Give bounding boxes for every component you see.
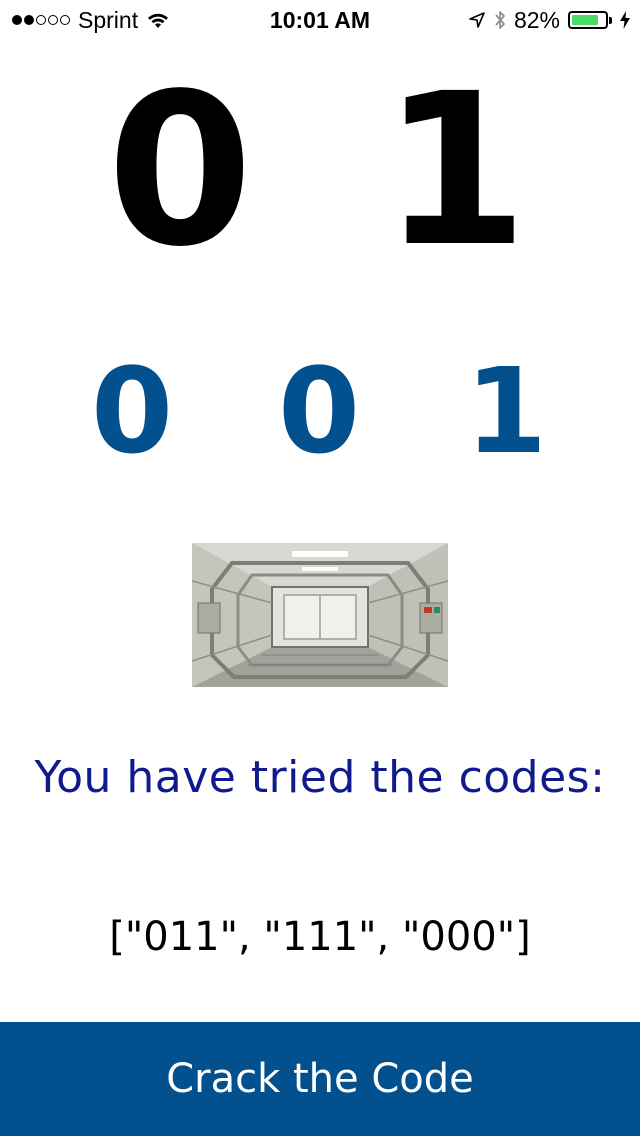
crack-the-code-button[interactable]: Crack the Code (0, 1022, 640, 1136)
target-digit-1: 0 (106, 48, 254, 293)
tried-codes-heading: You have tried the codes: (34, 752, 606, 803)
status-bar: Sprint 10:01 AM 82% (0, 0, 640, 40)
bluetooth-icon (495, 11, 505, 29)
code-entry-digits: 0 0 1 (0, 352, 640, 472)
battery-percent: 82% (513, 6, 560, 33)
code-digit-3[interactable]: 1 (446, 352, 566, 470)
status-bar-right: 82% (468, 7, 630, 33)
target-digit-2: 1 (381, 48, 529, 293)
battery-fill (572, 15, 599, 25)
spaceship-corridor-image (192, 543, 448, 687)
target-code-display: 0 1 (0, 66, 640, 276)
charging-bolt-icon (620, 11, 630, 29)
tried-codes-list: ["011", "111", "000"] (109, 914, 531, 960)
location-arrow-icon (469, 12, 485, 28)
battery-icon (568, 11, 612, 29)
code-digit-2[interactable]: 0 (259, 352, 379, 470)
code-digit-1[interactable]: 0 (72, 352, 192, 470)
